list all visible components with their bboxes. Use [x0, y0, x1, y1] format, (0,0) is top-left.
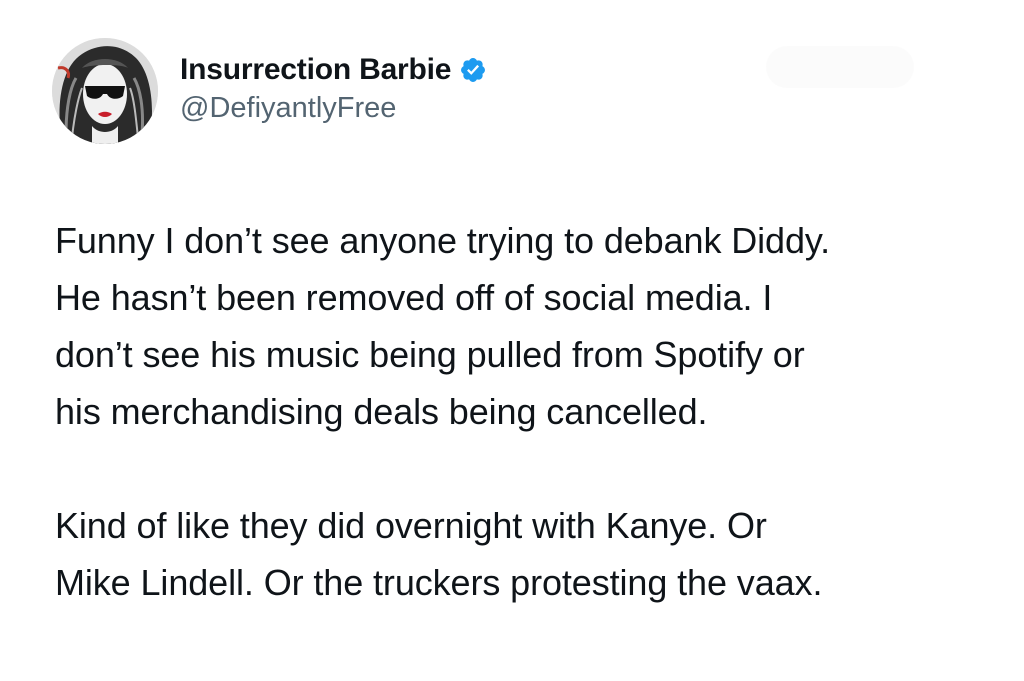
name-row: Insurrection Barbie: [180, 50, 487, 90]
tweet-text: Funny I don’t see anyone trying to deban…: [55, 212, 995, 611]
author-display-name[interactable]: Insurrection Barbie: [180, 53, 451, 87]
tweet-card: Insurrection Barbie @DefiyantlyFree Funn…: [0, 0, 1024, 681]
tweet-text-line: his merchandising deals being cancelled.: [55, 391, 708, 432]
tweet-text-line: Funny I don’t see anyone trying to deban…: [55, 220, 831, 261]
tweet-text-line: don’t see his music being pulled from Sp…: [55, 334, 805, 375]
tweet-text-line: He hasn’t been removed off of social med…: [55, 277, 773, 318]
tweet-text-line: Mike Lindell. Or the truckers protesting…: [55, 562, 823, 603]
avatar-portrait-image: [52, 38, 158, 144]
author-handle[interactable]: @DefiyantlyFree: [180, 92, 487, 125]
tweet-header: Insurrection Barbie @DefiyantlyFree: [52, 36, 487, 146]
user-info: Insurrection Barbie @DefiyantlyFree: [180, 50, 487, 125]
tweet-text-line: Kind of like they did overnight with Kan…: [55, 505, 767, 546]
follow-button[interactable]: [766, 46, 914, 88]
avatar[interactable]: [52, 38, 158, 144]
verified-badge-icon: [459, 56, 487, 84]
